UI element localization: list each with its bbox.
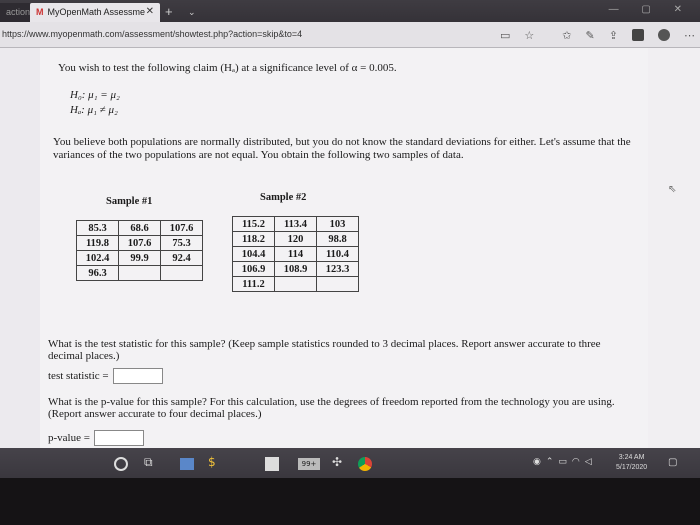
table-cell: 111.2 — [232, 276, 275, 292]
p-value-label: p-value = — [48, 432, 90, 444]
table-cell: 102.4 — [76, 250, 119, 266]
table-cell — [118, 265, 161, 281]
chevron-up-icon[interactable]: ⌃ — [546, 457, 554, 467]
table-cell: 68.6 — [118, 220, 161, 236]
table-cell: 123.3 — [316, 261, 359, 277]
tab-close-icon[interactable]: ✕ — [146, 6, 154, 17]
question-test-statistic: What is the test statistic for this samp… — [48, 338, 601, 362]
address-bar: https://www.myopenmath.com/assessment/sh… — [0, 22, 700, 48]
wifi-icon[interactable]: ◠ — [572, 457, 580, 467]
pen-icon[interactable]: ✎ — [586, 29, 595, 42]
table-cell: 92.4 — [160, 250, 203, 266]
p-value-input[interactable] — [93, 430, 144, 446]
store-icon[interactable] — [265, 457, 279, 471]
favorite-star-icon[interactable]: ☆ — [524, 29, 534, 42]
table-cell: 115.2 — [232, 216, 275, 232]
table-cell: 119.8 — [76, 235, 119, 251]
new-tab-button[interactable]: + — [163, 3, 179, 22]
user-icon[interactable]: ◉ — [533, 457, 541, 467]
dollar-app-icon[interactable]: $ — [208, 455, 216, 469]
window-controls[interactable]: — ▢ ✕ — [609, 4, 692, 15]
table-row: 96.3 — [76, 265, 203, 281]
desk-area — [0, 478, 700, 525]
right-margin — [648, 48, 700, 448]
table-row: 104.4 114 110.4 — [232, 246, 359, 262]
table-row: 102.4 99.9 92.4 — [76, 250, 203, 266]
clock-time: 3:24 AM — [618, 454, 645, 461]
table-row: 115.2 113.4 103 — [232, 216, 359, 232]
tab-bar: actions MMyOpenMath Assessme ✕ + ⌄ — ▢ ✕ — [0, 0, 700, 22]
table-cell: 108.9 — [274, 261, 317, 277]
file-explorer-icon[interactable] — [180, 458, 194, 470]
test-statistic-label: test statistic = — [48, 370, 109, 382]
extension-icon[interactable] — [631, 29, 644, 41]
sample2-table: 115.2 113.4 103 118.2 120 98.8 104.4 114 110.4 10… — [232, 216, 359, 292]
table-row: 85.3 68.6 107.6 — [76, 220, 203, 236]
profile-icon[interactable] — [657, 29, 670, 41]
volume-icon[interactable]: ◁ — [585, 457, 592, 467]
mail-app-icon[interactable]: 99+ — [298, 458, 320, 470]
chrome-icon[interactable] — [358, 457, 372, 471]
gmail-m-icon: M — [36, 7, 44, 17]
tab-title: MyOpenMath Assessme — [47, 7, 146, 17]
battery-icon[interactable]: ▭ — [558, 457, 567, 467]
table-cell: 118.2 — [232, 231, 275, 247]
table-cell — [274, 276, 317, 292]
table-cell: 85.3 — [76, 220, 119, 236]
test-statistic-input[interactable] — [112, 368, 163, 384]
table-cell: 114 — [274, 246, 317, 262]
clock[interactable]: 3:24 AM 5/17/2020 — [616, 453, 647, 473]
task-view-icon[interactable]: ⧉ — [144, 455, 153, 470]
tab-list-chevron-icon[interactable]: ⌄ — [182, 3, 196, 22]
table-row: 106.9 108.9 123.3 — [232, 261, 359, 277]
table-cell: 96.3 — [76, 265, 119, 281]
table-cell: 75.3 — [160, 235, 203, 251]
sample2-label: Sample #2 — [260, 192, 307, 203]
tab-myopenmath[interactable]: M MyOpenMath Assessme ✕ — [30, 3, 160, 22]
question-page: You wish to test the following claim (Hₐ… — [40, 48, 648, 448]
problem-description: You believe both populations are normall… — [53, 136, 631, 161]
tab-previous[interactable]: actions — [0, 3, 30, 22]
table-row: 111.2 — [232, 276, 359, 292]
sample1-table: 85.3 68.6 107.6 119.8 107.6 75.3 102.4 99.9 92.4… — [76, 220, 203, 281]
search-icon[interactable] — [114, 457, 128, 471]
question-p-value: What is the p-value for this sample? For… — [48, 396, 615, 420]
notifications-icon[interactable]: ▢ — [668, 457, 677, 468]
dropbox-icon[interactable]: ✣ — [332, 455, 342, 469]
clock-date: 5/17/2020 — [616, 464, 648, 471]
p-value-row: p-value = — [48, 430, 144, 446]
table-cell: 98.8 — [316, 231, 359, 247]
table-row: 118.2 120 98.8 — [232, 231, 359, 247]
toolbar-icons: ▭ ☆ ✩ ✎ ⇪ ⋯ — [500, 26, 695, 44]
test-statistic-row: test statistic = — [48, 368, 163, 384]
table-cell: 104.4 — [232, 246, 275, 262]
more-menu-icon[interactable]: ⋯ — [684, 29, 695, 42]
table-cell: 103 — [316, 216, 359, 232]
system-tray[interactable]: ◉ ⌃ ▭ ◠ ◁ — [533, 457, 592, 467]
table-row: 119.8 107.6 75.3 — [76, 235, 203, 251]
alternative-hypothesis: Hₐ: μ₁ ≠ μ₂ — [70, 104, 118, 116]
table-cell: 106.9 — [232, 261, 275, 277]
sample1-label: Sample #1 — [106, 196, 153, 207]
reading-view-icon[interactable]: ▭ — [500, 29, 510, 42]
null-hypothesis: H₀: μ₁ = μ₂ — [70, 89, 120, 101]
table-cell: 107.6 — [160, 220, 203, 236]
cursor-icon: ⇖ — [668, 184, 677, 195]
table-cell: 113.4 — [274, 216, 317, 232]
claim-text: You wish to test the following claim (Hₐ… — [58, 62, 397, 74]
table-cell: 107.6 — [118, 235, 161, 251]
url-field[interactable]: https://www.myopenmath.com/assessment/sh… — [2, 29, 302, 39]
hypotheses: H₀: μ₁ = μ₂ Hₐ: μ₁ ≠ μ₂ — [70, 88, 120, 118]
share-icon[interactable]: ⇪ — [609, 29, 618, 42]
table-cell: 99.9 — [118, 250, 161, 266]
table-cell — [316, 276, 359, 292]
left-margin — [0, 48, 40, 448]
favorites-bar-icon[interactable]: ✩ — [562, 29, 571, 42]
table-cell — [160, 265, 203, 281]
taskbar: ⧉ $ 99+ ✣ ◉ ⌃ ▭ ◠ ◁ 3:24 AM 5/17/2020 ▢ — [0, 448, 700, 478]
table-cell: 110.4 — [316, 246, 359, 262]
table-cell: 120 — [274, 231, 317, 247]
